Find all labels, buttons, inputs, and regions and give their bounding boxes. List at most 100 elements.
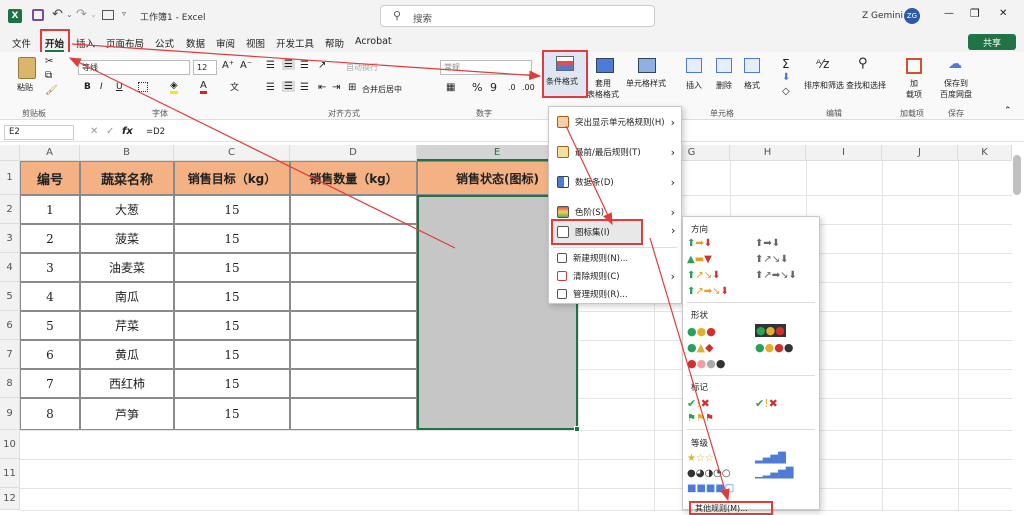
- font-color-icon[interactable]: A: [200, 80, 207, 94]
- select-all-corner[interactable]: [0, 145, 20, 161]
- baidu-cloud-icon[interactable]: ☁: [948, 56, 962, 72]
- user-name[interactable]: Z Gemini: [862, 11, 903, 21]
- name-box[interactable]: E2: [4, 125, 74, 140]
- table-cell[interactable]: [290, 369, 417, 398]
- fill-icon[interactable]: ⬇: [782, 72, 790, 83]
- comma-icon[interactable]: 9: [490, 81, 497, 94]
- table-cell[interactable]: 南瓜: [80, 282, 174, 311]
- table-cell[interactable]: 15: [174, 282, 290, 311]
- more-rules-button[interactable]: 其他规则(M)...: [689, 501, 773, 515]
- tab-insert[interactable]: 插入: [76, 36, 95, 50]
- header-cell-target[interactable]: 销售目标（kg）: [174, 161, 290, 195]
- italic-button[interactable]: I: [100, 82, 103, 92]
- icon-set-5-arrows-gray[interactable]: ⬆↗➡↘⬇: [755, 270, 797, 281]
- selection-fill-handle[interactable]: [574, 426, 580, 432]
- save-baidu-button[interactable]: 保存到 百度网盘: [940, 78, 972, 100]
- delete-cells-icon[interactable]: [716, 58, 732, 73]
- icon-set-3-symbols-circled[interactable]: ✔!✖: [687, 397, 710, 410]
- table-cell[interactable]: 8: [20, 398, 80, 430]
- cell-style-button[interactable]: 单元格样式: [626, 78, 666, 89]
- row-header-12[interactable]: 12: [0, 488, 20, 510]
- icon-set-3-flags[interactable]: ⚑⚑⚑: [687, 413, 714, 424]
- icon-set-3-arrows-colored[interactable]: ⬆➡⬇: [687, 238, 712, 249]
- table-cell[interactable]: 黄瓜: [80, 340, 174, 369]
- redo-icon[interactable]: ↷: [76, 7, 87, 22]
- table-cell[interactable]: [290, 311, 417, 340]
- tab-developer[interactable]: 开发工具: [276, 36, 314, 50]
- merge-icon[interactable]: ⊞: [348, 82, 356, 93]
- table-cell[interactable]: 5: [20, 311, 80, 340]
- table-cell[interactable]: 2: [20, 224, 80, 253]
- table-cell[interactable]: 4: [20, 282, 80, 311]
- delete-cells-button[interactable]: 删除: [716, 80, 732, 91]
- tab-help[interactable]: 帮助: [325, 36, 344, 50]
- indent-icon[interactable]: ⇤: [318, 82, 326, 93]
- column-header-c[interactable]: C: [174, 145, 290, 161]
- tab-data[interactable]: 数据: [186, 36, 205, 50]
- table-cell[interactable]: 15: [174, 195, 290, 224]
- header-cell-quantity[interactable]: 销售数量（kg）: [290, 161, 417, 195]
- spreadsheet-grid[interactable]: A B C D E F G H I J K 123456789101112 编号…: [0, 145, 1024, 511]
- increase-decimal-icon[interactable]: .0: [508, 83, 516, 92]
- find-select-button[interactable]: 查找和选择: [846, 80, 886, 91]
- table-cell[interactable]: 15: [174, 311, 290, 340]
- wrap-text-button[interactable]: 自动换行: [346, 62, 378, 73]
- icon-set-5-boxes[interactable]: ■■■■□: [687, 483, 734, 494]
- align-middle-icon[interactable]: ☰: [282, 59, 295, 70]
- align-bottom-icon[interactable]: ☰: [300, 60, 309, 71]
- minimize-icon[interactable]: —: [944, 8, 954, 19]
- menu-top-bottom-rules[interactable]: 最前/最后规则(T) ›: [549, 137, 681, 167]
- font-name-select[interactable]: 等线: [78, 60, 190, 75]
- row-header-4[interactable]: 4: [0, 253, 20, 282]
- paste-button[interactable]: 粘贴: [17, 82, 33, 93]
- find-select-icon[interactable]: ⚲: [858, 56, 868, 71]
- customize-toolbar-icon[interactable]: ▿: [122, 9, 126, 18]
- maximize-icon[interactable]: ❐: [970, 7, 980, 20]
- tab-view[interactable]: 视图: [246, 36, 265, 50]
- addin-button[interactable]: 加 载项: [906, 78, 922, 100]
- decrease-decimal-icon[interactable]: .00: [522, 83, 535, 92]
- sort-filter-icon[interactable]: ᴬ⁄z: [816, 57, 829, 71]
- row-header-10[interactable]: 10: [0, 430, 20, 459]
- icon-set-3-stars[interactable]: ★☆☆: [687, 453, 714, 464]
- table-cell[interactable]: 3: [20, 253, 80, 282]
- save-icon[interactable]: [32, 9, 44, 21]
- redo-dropdown-icon[interactable]: ⌄: [90, 10, 97, 19]
- enter-icon[interactable]: ✓: [106, 126, 114, 137]
- icon-set-3-triangles[interactable]: ▲▬▼: [687, 254, 712, 265]
- copy-icon[interactable]: ⧉: [45, 70, 52, 81]
- menu-icon-sets[interactable]: 图标集(I): [551, 219, 643, 245]
- icon-set-4-arrows-gray[interactable]: ⬆↗↘⬇: [755, 254, 789, 265]
- outdent-icon[interactable]: ⇥: [332, 82, 340, 93]
- font-size-select[interactable]: 12: [193, 60, 217, 75]
- underline-button[interactable]: U: [116, 82, 123, 92]
- format-cells-button[interactable]: 格式: [744, 80, 760, 91]
- undo-dropdown-icon[interactable]: ⌄: [66, 10, 73, 19]
- phonetic-icon[interactable]: 文: [230, 80, 239, 93]
- insert-cells-button[interactable]: 插入: [686, 80, 702, 91]
- table-cell[interactable]: 15: [174, 340, 290, 369]
- row-header-5[interactable]: 5: [0, 282, 20, 311]
- number-format-select[interactable]: 常规: [440, 60, 532, 75]
- clear-icon[interactable]: ◇: [782, 86, 790, 97]
- tab-review[interactable]: 审阅: [216, 36, 235, 50]
- close-icon[interactable]: ✕: [999, 8, 1007, 19]
- undo-icon[interactable]: ↶: [52, 7, 63, 22]
- row-header-2[interactable]: 2: [0, 195, 20, 224]
- icon-set-5-ratings[interactable]: ▁▂▄▆█: [755, 468, 793, 479]
- icon-set-3-symbols[interactable]: ✔!✖: [755, 397, 778, 410]
- fill-color-icon[interactable]: ◈: [170, 80, 178, 94]
- sort-filter-button[interactable]: 排序和筛选: [804, 80, 844, 91]
- cell-style-icon[interactable]: [638, 58, 656, 73]
- column-header-k[interactable]: K: [958, 145, 1012, 161]
- format-painter-icon[interactable]: 🖌: [45, 85, 58, 96]
- shrink-font-icon[interactable]: A⁻: [240, 60, 252, 71]
- search-box[interactable]: ⚲ 搜索: [380, 5, 655, 27]
- table-cell[interactable]: 西红柿: [80, 369, 174, 398]
- border-icon[interactable]: [138, 82, 148, 92]
- icon-set-3-traffic-lights-rimmed[interactable]: ●●●: [755, 324, 786, 337]
- row-header-11[interactable]: 11: [0, 459, 20, 488]
- align-right-icon[interactable]: ☰: [300, 82, 309, 93]
- merge-center-button[interactable]: 合并后居中: [362, 84, 402, 95]
- table-format-button[interactable]: 套用 表格格式: [587, 78, 619, 100]
